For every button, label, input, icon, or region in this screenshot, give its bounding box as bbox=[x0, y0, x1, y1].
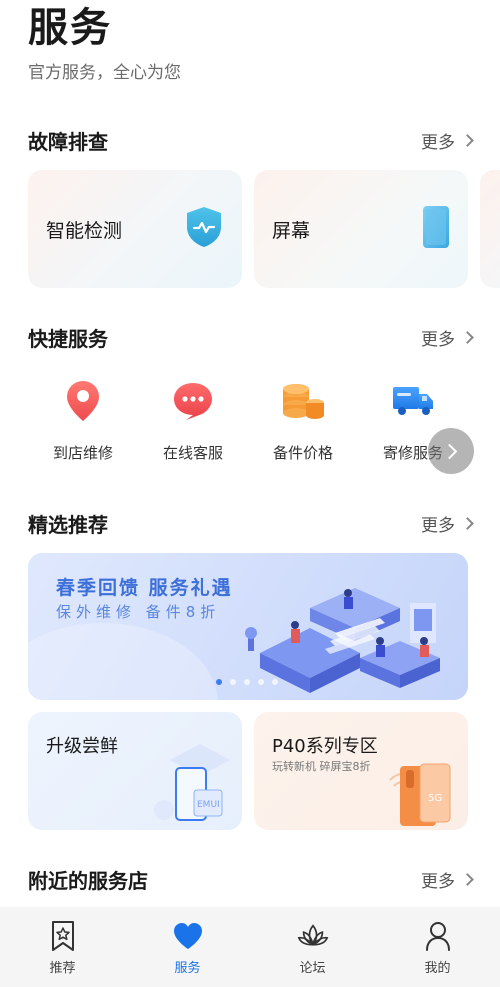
banner-title: 春季回馈 服务礼遇 bbox=[56, 577, 233, 599]
bookmark-star-icon bbox=[47, 919, 79, 953]
carousel-dot[interactable] bbox=[230, 679, 236, 685]
more-label: 更多 bbox=[421, 871, 455, 892]
emui-phone-icon: EMUI bbox=[140, 730, 240, 830]
promo-subtitle: 玩转新机 碎屏宝8折 bbox=[272, 760, 371, 773]
promo-title: P40系列专区 bbox=[272, 736, 378, 757]
chevron-right-icon bbox=[461, 516, 474, 530]
p40-phone-icon: 5G bbox=[384, 756, 464, 830]
nav-label: 我的 bbox=[424, 961, 451, 976]
quick-service-label: 在线客服 bbox=[162, 444, 223, 462]
section-title-troubleshoot: 故障排查 bbox=[28, 129, 108, 154]
promo-banner[interactable]: 春季回馈 服务礼遇 保外维修 备件8折 bbox=[28, 553, 468, 700]
quick-services-row: 到店维修 在线客服 备件价格 寄修服务 bbox=[28, 378, 468, 463]
lotus-icon bbox=[297, 919, 329, 953]
shield-check-icon bbox=[184, 205, 224, 253]
promo-card-p40-series[interactable]: P40系列专区 玩转新机 碎屏宝8折 5G bbox=[254, 712, 468, 830]
promo-card-upgrade[interactable]: 升级尝鲜 EMUI bbox=[28, 712, 242, 830]
chevron-right-icon bbox=[461, 330, 474, 344]
section-title-quick-services: 快捷服务 bbox=[28, 326, 108, 351]
more-label: 更多 bbox=[421, 329, 455, 350]
nav-tab-recommend[interactable]: 推荐 bbox=[0, 907, 125, 987]
delivery-truck-icon bbox=[390, 378, 436, 424]
isometric-service-illustration bbox=[240, 563, 450, 698]
scroll-next-button[interactable] bbox=[428, 428, 474, 474]
chevron-right-icon bbox=[441, 443, 457, 459]
more-label: 更多 bbox=[421, 515, 455, 536]
promo-title: 升级尝鲜 bbox=[46, 736, 118, 757]
bottom-nav: 推荐 服务 论坛 我的 bbox=[0, 907, 500, 987]
nearby-header: 附近的服务店 更多 bbox=[28, 864, 474, 894]
card-label: 屏幕 bbox=[272, 219, 311, 242]
chevron-right-icon bbox=[461, 872, 474, 886]
nav-label: 推荐 bbox=[49, 961, 76, 976]
troubleshoot-card-partial[interactable] bbox=[480, 170, 500, 288]
recommended-header: 精选推荐 更多 bbox=[28, 508, 474, 538]
promo-cards: 升级尝鲜 EMUI P40系列专区 玩转新机 碎屏宝8折 5G bbox=[28, 712, 468, 830]
troubleshoot-header: 故障排查 更多 bbox=[28, 125, 474, 155]
coin-stack-icon bbox=[280, 378, 326, 424]
emui-badge: EMUI bbox=[197, 800, 220, 810]
chat-bubble-icon bbox=[170, 378, 216, 424]
card-label: 智能检测 bbox=[46, 219, 123, 242]
carousel-dot[interactable] bbox=[216, 679, 222, 685]
recommended-more-link[interactable]: 更多 bbox=[421, 511, 474, 536]
carousel-indicators bbox=[216, 679, 278, 685]
quick-service-online-support[interactable]: 在线客服 bbox=[138, 378, 248, 463]
quick-service-label: 到店维修 bbox=[52, 444, 113, 462]
carousel-dot[interactable] bbox=[272, 679, 278, 685]
heart-icon bbox=[172, 919, 204, 953]
nav-tab-me[interactable]: 我的 bbox=[375, 907, 500, 987]
banner-subtitle: 保外维修 备件8折 bbox=[56, 603, 221, 621]
carousel-dot[interactable] bbox=[244, 679, 250, 685]
nearby-more-link[interactable]: 更多 bbox=[421, 867, 474, 892]
location-pin-icon bbox=[60, 378, 106, 424]
section-title-nearby: 附近的服务店 bbox=[28, 868, 148, 893]
quick-services-more-link[interactable]: 更多 bbox=[421, 325, 474, 350]
page-subtitle: 官方服务，全心为您 bbox=[28, 63, 181, 83]
troubleshoot-card-smart-detection[interactable]: 智能检测 bbox=[28, 170, 242, 288]
nav-label: 服务 bbox=[174, 961, 201, 976]
quick-service-store-repair[interactable]: 到店维修 bbox=[28, 378, 138, 463]
page-title: 服务 bbox=[28, 5, 112, 51]
chevron-right-icon bbox=[461, 133, 474, 147]
nav-label: 论坛 bbox=[299, 961, 326, 976]
page-header: 服务 官方服务，全心为您 bbox=[28, 0, 181, 83]
5g-badge: 5G bbox=[428, 793, 442, 804]
quick-service-parts-price[interactable]: 备件价格 bbox=[248, 378, 358, 463]
carousel-dot[interactable] bbox=[258, 679, 264, 685]
phone-screen-icon bbox=[422, 205, 450, 253]
troubleshoot-card-screen[interactable]: 屏幕 bbox=[254, 170, 468, 288]
quick-service-label: 备件价格 bbox=[272, 444, 333, 462]
quick-services-header: 快捷服务 更多 bbox=[28, 322, 474, 352]
troubleshoot-cards: 智能检测 屏幕 bbox=[28, 170, 500, 288]
nav-tab-service[interactable]: 服务 bbox=[125, 907, 250, 987]
section-title-recommended: 精选推荐 bbox=[28, 512, 108, 537]
user-icon bbox=[422, 919, 454, 953]
more-label: 更多 bbox=[421, 132, 455, 153]
nav-tab-forum[interactable]: 论坛 bbox=[250, 907, 375, 987]
banner-decoration bbox=[28, 623, 218, 700]
troubleshoot-more-link[interactable]: 更多 bbox=[421, 128, 474, 153]
